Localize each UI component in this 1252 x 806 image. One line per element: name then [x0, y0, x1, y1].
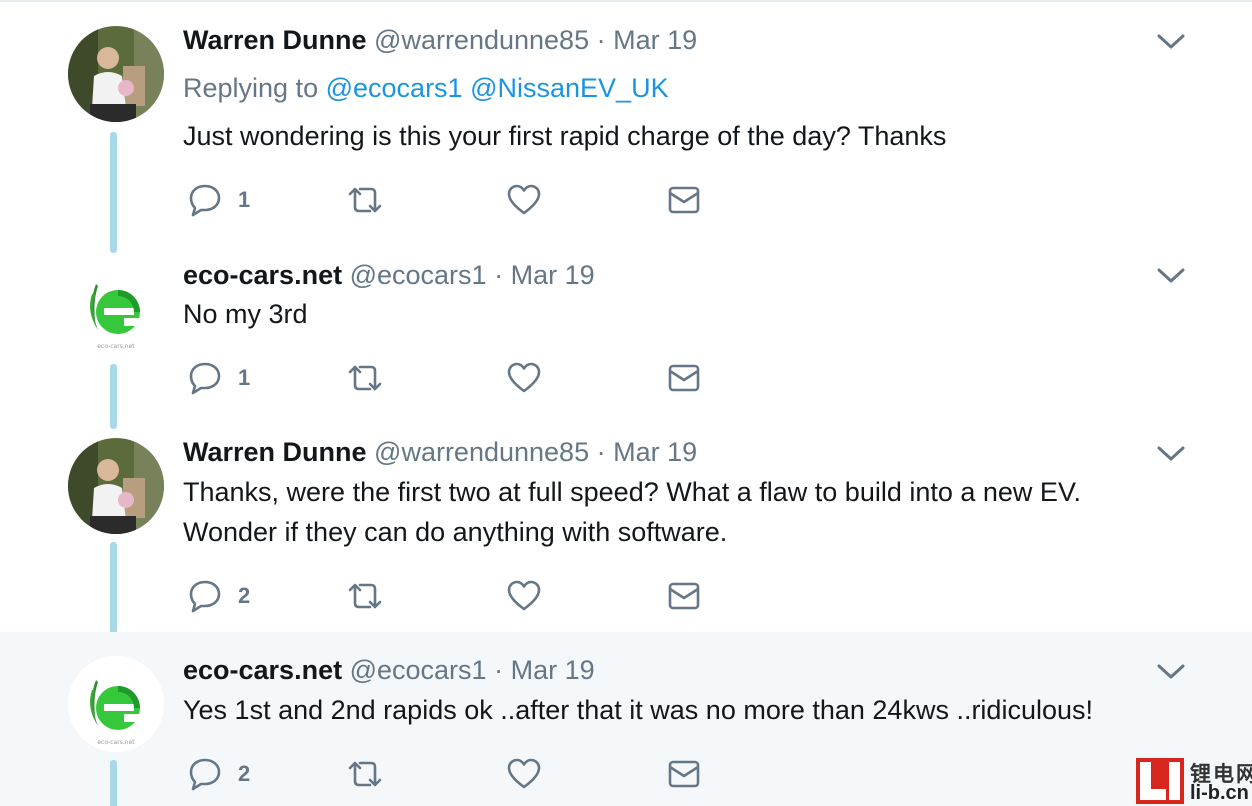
retweet-icon	[348, 187, 382, 213]
dm-button[interactable]	[667, 754, 701, 794]
tweet-2[interactable]: eco-cars.net eco-cars.net @ecocars1 · Ma…	[0, 242, 1252, 429]
replying-to-label: Replying to	[183, 73, 319, 103]
reply-icon	[189, 362, 221, 395]
username[interactable]: @warrendunne85	[374, 437, 589, 467]
mail-icon	[668, 760, 700, 788]
timestamp[interactable]: Mar 19	[511, 655, 595, 685]
dm-button[interactable]	[667, 358, 701, 398]
heart-icon	[507, 580, 541, 611]
tweet-actions: 1	[183, 358, 743, 398]
username[interactable]: @ecocars1	[350, 260, 487, 290]
tweet-text: Thanks, were the first two at full speed…	[183, 472, 1183, 552]
separator: ·	[494, 260, 504, 290]
heart-icon	[507, 362, 541, 393]
tweet-3[interactable]: Warren Dunne @warrendunne85 · Mar 19 Tha…	[0, 420, 1252, 650]
separator: ·	[494, 655, 504, 685]
tweet-text-line: Wonder if they can do anything with soft…	[183, 517, 728, 547]
display-name[interactable]: Warren Dunne	[183, 437, 367, 467]
like-button[interactable]	[507, 754, 541, 794]
like-button[interactable]	[507, 358, 541, 398]
tweet-header: eco-cars.net @ecocars1 · Mar 19	[183, 259, 595, 291]
tweet-text: Yes 1st and 2nd rapids ok ..after that i…	[183, 695, 1093, 725]
timestamp[interactable]: Mar 19	[511, 260, 595, 290]
reply-button[interactable]: 2	[188, 754, 250, 794]
thread-line	[110, 760, 117, 806]
reply-icon	[189, 758, 221, 791]
reply-count: 1	[238, 187, 251, 212]
watermark-logo: LI	[1136, 758, 1184, 804]
avatar[interactable]	[68, 438, 164, 534]
mail-icon	[668, 186, 700, 214]
like-button[interactable]	[507, 576, 541, 616]
watermark-domain: li-b.cn	[1190, 782, 1249, 804]
reply-count: 2	[238, 761, 251, 786]
tweet-1[interactable]: Warren Dunne @warrendunne85 · Mar 19 Rep…	[0, 0, 1252, 253]
chevron-down-icon[interactable]	[1156, 265, 1186, 285]
display-name[interactable]: eco-cars.net	[183, 655, 342, 685]
replying-to: Replying to @ecocars1 @NissanEV_UK	[183, 72, 669, 104]
tweet-text: No my 3rd	[183, 299, 308, 329]
retweet-button[interactable]	[346, 754, 384, 794]
timestamp[interactable]: Mar 19	[613, 437, 697, 467]
reply-count: 1	[238, 365, 251, 390]
retweet-button[interactable]	[346, 576, 384, 616]
reply-button[interactable]: 2	[188, 576, 250, 616]
tweet-header: Warren Dunne @warrendunne85 · Mar 19	[183, 24, 697, 56]
tweet-text-line: Thanks, were the first two at full speed…	[183, 477, 1081, 507]
chevron-down-icon[interactable]	[1156, 31, 1186, 51]
avatar[interactable]: eco-cars.net	[68, 260, 164, 356]
mail-icon	[668, 364, 700, 392]
tweet-header: Warren Dunne @warrendunne85 · Mar 19	[183, 436, 697, 468]
retweet-button[interactable]	[346, 358, 384, 398]
dm-button[interactable]	[667, 180, 701, 220]
reply-button[interactable]: 1	[188, 358, 250, 398]
reply-button[interactable]: 1	[188, 180, 250, 220]
reply-count: 2	[238, 583, 251, 608]
reply-icon	[189, 580, 221, 613]
tweet-header: eco-cars.net @ecocars1 · Mar 19	[183, 654, 595, 686]
site-watermark: LI 锂电网 li-b.cn	[1134, 756, 1252, 806]
display-name[interactable]: eco-cars.net	[183, 260, 342, 290]
tweet-actions: 2	[183, 576, 743, 616]
tweet-text: Just wondering is this your first rapid …	[183, 121, 947, 151]
dm-button[interactable]	[667, 576, 701, 616]
retweet-icon	[348, 761, 382, 787]
heart-icon	[507, 184, 541, 215]
like-button[interactable]	[507, 180, 541, 220]
chevron-down-icon[interactable]	[1156, 661, 1186, 681]
mention-link[interactable]: @ecocars1	[326, 73, 463, 103]
watermark-logo-letters: LI	[1160, 787, 1162, 789]
mail-icon	[668, 582, 700, 610]
username[interactable]: @warrendunne85	[374, 25, 589, 55]
avatar-caption: eco-cars.net	[97, 343, 135, 350]
heart-icon	[507, 758, 541, 789]
tweet-actions: 1	[183, 180, 743, 220]
tweet-actions: 2	[183, 754, 743, 794]
avatar[interactable]: eco-cars.net	[68, 656, 164, 752]
timestamp[interactable]: Mar 19	[613, 25, 697, 55]
avatar[interactable]	[68, 26, 164, 122]
separator: ·	[596, 437, 606, 467]
retweet-icon	[348, 365, 382, 391]
retweet-icon	[348, 583, 382, 609]
thread-line	[110, 132, 117, 253]
username[interactable]: @ecocars1	[350, 655, 487, 685]
chevron-down-icon[interactable]	[1156, 443, 1186, 463]
tweet-4[interactable]: eco-cars.net eco-cars.net @ecocars1 · Ma…	[0, 632, 1252, 806]
retweet-button[interactable]	[346, 180, 384, 220]
separator: ·	[596, 25, 606, 55]
reply-icon	[189, 184, 221, 217]
avatar-caption: eco-cars.net	[97, 739, 135, 746]
display-name[interactable]: Warren Dunne	[183, 25, 367, 55]
mention-link[interactable]: @NissanEV_UK	[470, 73, 668, 103]
